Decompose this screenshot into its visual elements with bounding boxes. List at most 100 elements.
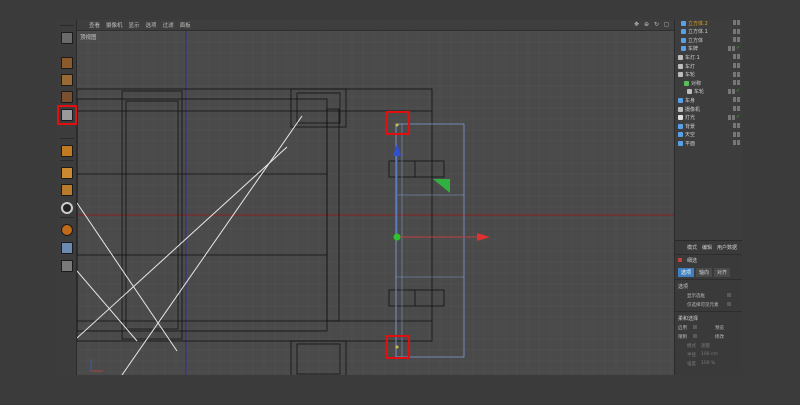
top-viewport[interactable]: 查看 摄像机 显示 选项 过滤 面板 ✥ ⊕ ↻ ▢ 顶视图	[77, 20, 675, 375]
attribute-subtab[interactable]: 轴向	[696, 268, 713, 277]
restrict-checkbox[interactable]	[693, 334, 697, 338]
spline-tool[interactable]	[59, 182, 75, 198]
visibility-flags[interactable]: ✓	[728, 114, 740, 120]
attribute-tab[interactable]: 编辑	[702, 244, 712, 251]
floor-icon	[61, 167, 73, 179]
object-row[interactable]: 摄像机	[675, 105, 742, 113]
object-type-icon	[678, 63, 683, 69]
viewport-menu-item[interactable]: 过滤	[163, 21, 174, 29]
visibility-flags[interactable]	[733, 54, 740, 60]
point-bottom	[395, 345, 399, 349]
object-name: 车灯	[685, 63, 696, 70]
zoom-view-icon[interactable]: ⊕	[643, 21, 650, 28]
visible-only-label: 仅选择可见元素	[687, 303, 719, 308]
grid-tool[interactable]	[59, 258, 75, 274]
wheel-bottom-inner	[296, 343, 341, 375]
visibility-flags[interactable]	[733, 131, 740, 137]
object-row[interactable]: 车灯.1	[675, 53, 742, 61]
visibility-flags[interactable]	[733, 37, 740, 43]
radius-input[interactable]: 100 cm	[701, 352, 718, 357]
object-type-icon	[678, 54, 683, 60]
rotate-view-icon[interactable]: ↻	[653, 21, 660, 28]
viewport-menu-item[interactable]: 摄像机	[106, 21, 123, 29]
visibility-flags[interactable]	[733, 123, 740, 129]
object-row[interactable]: 立方体.1	[675, 28, 742, 36]
selected-plate	[395, 123, 465, 358]
maximize-view-icon[interactable]: ▢	[663, 21, 670, 28]
attribute-tab[interactable]: 模式	[687, 244, 697, 251]
object-name: 天空	[685, 132, 696, 139]
viewport-canvas[interactable]	[77, 31, 675, 375]
object-type-icon	[678, 72, 683, 78]
object-row[interactable]: 立方体.2	[675, 20, 742, 27]
visibility-flags[interactable]: ✓	[728, 45, 740, 51]
s-icon	[61, 202, 73, 214]
object-type-icon	[678, 123, 683, 129]
object-row[interactable]: 天空	[675, 131, 742, 139]
enable-checkbox[interactable]	[693, 325, 697, 329]
object-row[interactable]: 灯光 ✓	[675, 114, 742, 122]
visibility-flags[interactable]	[733, 106, 740, 111]
cube-tool-1[interactable]	[59, 55, 75, 71]
cube-tool-selected[interactable]	[57, 105, 77, 125]
object-row[interactable]: 车轮 ✓	[675, 88, 742, 96]
visibility-flags[interactable]	[733, 20, 740, 25]
object-row[interactable]: 背景	[675, 122, 742, 130]
object-row[interactable]: 立方体	[675, 36, 742, 44]
gizmo-center	[393, 233, 401, 241]
object-name: 背景	[685, 123, 696, 130]
object-row[interactable]: 平面	[675, 139, 742, 147]
toolbar-separator	[60, 25, 74, 26]
object-name: 车身	[685, 97, 696, 104]
mode-dropdown[interactable]: 测量	[701, 343, 710, 349]
visibility-flags[interactable]	[733, 140, 740, 146]
visibility-flags[interactable]	[733, 97, 740, 103]
viewport-menu-item[interactable]: 查看	[89, 21, 100, 29]
viewport-menu-item[interactable]: 选项	[146, 21, 157, 29]
object-name: 平面	[685, 140, 696, 147]
section-options: 选项	[678, 284, 689, 290]
magnet-tool[interactable]	[59, 222, 75, 238]
floor-tool[interactable]	[59, 165, 75, 181]
mode-label: 模式	[687, 344, 696, 349]
undo-tool[interactable]	[59, 30, 75, 46]
move-view-icon[interactable]: ✥	[633, 21, 640, 28]
show-selection-box-checkbox[interactable]	[727, 293, 731, 297]
visibility-flags[interactable]: ✓	[728, 88, 740, 94]
cube-tool-orange[interactable]	[59, 143, 75, 159]
visibility-flags[interactable]	[733, 80, 740, 86]
object-type-icon	[687, 89, 692, 95]
checker-tool[interactable]	[59, 72, 75, 88]
attribute-manager: 模式 编辑 用户数据 细选 选项 轴向 对齐 选项 显示选框 仅选择可见元素 柔和选择 …	[675, 240, 742, 375]
object-name: 车灯.1	[685, 54, 700, 61]
visibility-flags[interactable]	[733, 63, 740, 68]
visible-only-checkbox[interactable]	[727, 302, 731, 306]
attribute-subtab[interactable]: 选项	[678, 268, 695, 277]
lock-grid-tool[interactable]	[59, 240, 75, 256]
visibility-flags[interactable]	[733, 28, 740, 34]
preview-label: 预览	[715, 326, 724, 331]
s-tool[interactable]	[59, 200, 75, 216]
attribute-title: 细选	[687, 258, 698, 264]
cube-selected-icon	[61, 109, 73, 121]
section-soft-selection: 柔和选择	[678, 316, 699, 322]
spline-icon	[61, 184, 73, 196]
object-row[interactable]: 车牌 ✓	[675, 45, 742, 53]
object-row[interactable]: 车身	[675, 96, 742, 104]
visibility-flags[interactable]	[733, 71, 740, 77]
viewport-menu-item[interactable]: 显示	[129, 21, 140, 29]
object-type-icon	[681, 46, 686, 52]
strength-label: 强度	[687, 362, 696, 367]
viewport-menu-item[interactable]: 面板	[180, 21, 191, 29]
object-row[interactable]: 车灯	[675, 62, 742, 70]
attribute-subtab[interactable]: 对齐	[714, 268, 731, 277]
object-row[interactable]: 车轮	[675, 71, 742, 79]
object-name: 摄像机	[685, 106, 701, 113]
object-row[interactable]: 对称	[675, 79, 742, 87]
attribute-tab[interactable]: 用户数据	[717, 244, 737, 251]
strength-input[interactable]: 100 %	[701, 361, 715, 366]
object-name: 车牌	[688, 46, 699, 53]
toolbar-separator	[60, 160, 74, 161]
layer-tool[interactable]	[59, 89, 75, 105]
toolbar-separator	[60, 217, 74, 218]
